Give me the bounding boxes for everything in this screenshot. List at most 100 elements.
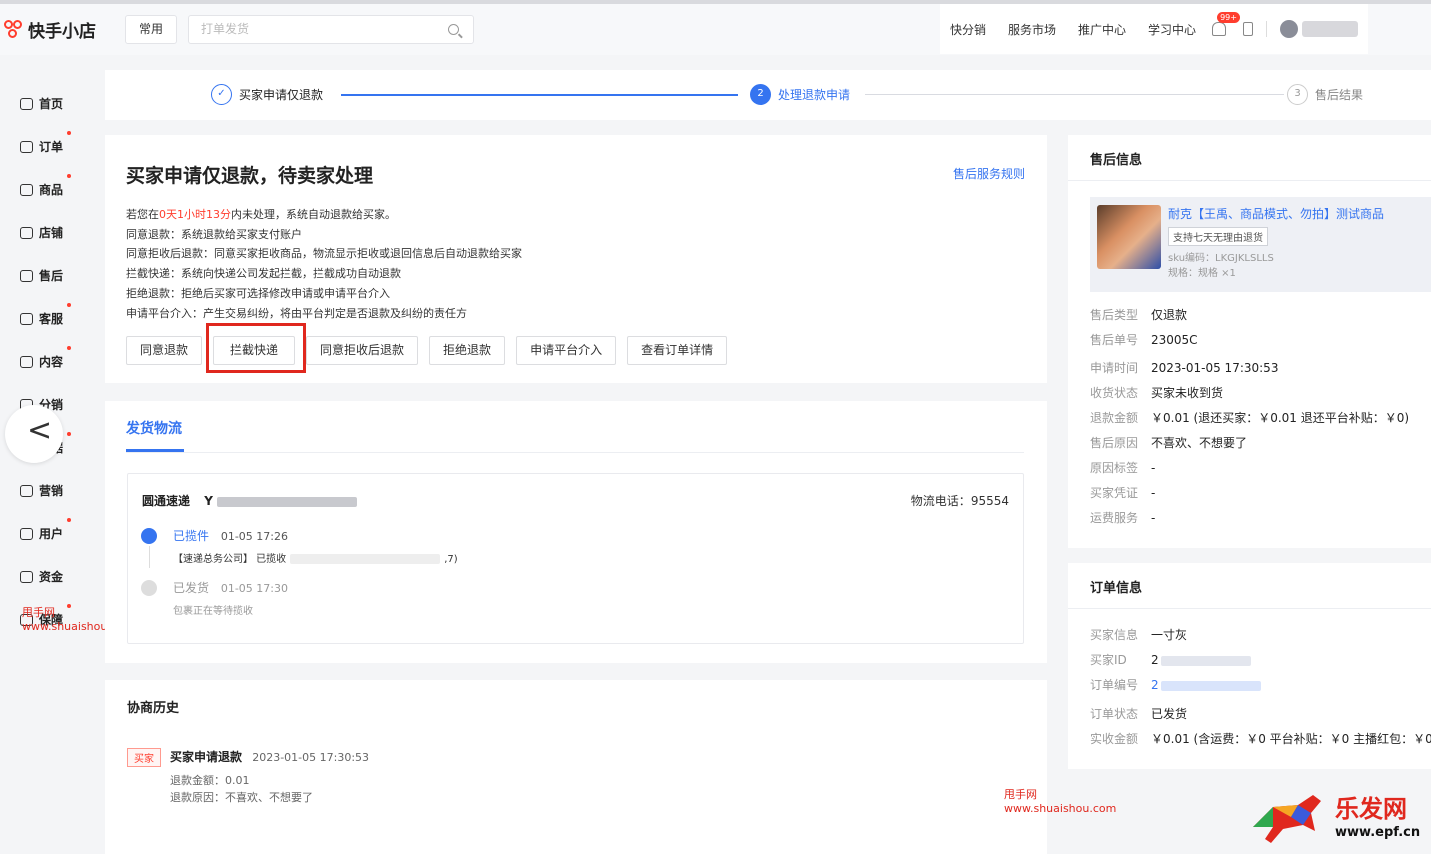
user-icon [20,527,33,540]
progress-steps: ✓ 买家申请仅退款 2 处理退款申请 3 售后结果 [105,70,1431,120]
top-bar: 快手小店 常用 打单发货 快分销 服务市场 推广中心 学习中心 99+ [0,0,1431,55]
sidebar-item-home[interactable]: 首页 [0,82,100,125]
watermark-url: www.shuaishou.com [1004,802,1117,815]
sidebar-item-label: 客服 [39,312,64,326]
agree-refund-button[interactable]: 同意退款 [126,336,203,365]
step-3: 3 售后结果 [1287,84,1363,105]
mobile-icon[interactable] [1243,22,1254,36]
seven-day-return-badge: 支持七天无理由退货 [1168,227,1268,246]
top-nav: 快分销 服务市场 推广中心 学习中心 99+ [940,4,1369,54]
timeline-event: 已发货 01-05 17:30 包裹正在等待揽收 [173,579,288,617]
instruction-line: 同意拒收后退款：同意买家拒收商品，物流显示拒收或退回信息后自动退款给买家 [126,247,522,261]
brand-logo[interactable]: 快手小店 [4,17,96,42]
detail-blurred [290,554,441,564]
logistics-phone: 物流电话：95554 [911,492,1009,509]
collapse-sidebar-button[interactable]: < [5,405,63,463]
carrier-info: 圆通速递 Y [142,492,358,509]
search-input[interactable]: 打单发货 [188,15,474,44]
event-detail: 包裹正在等待揽收 [173,606,253,617]
info-value: ￥0.01 (退还买家：￥0.01 退还平台补贴：￥0) [1151,411,1410,425]
tracking-number-blurred [217,496,358,507]
highlight-box [206,323,306,373]
sidebar-item-label: 店铺 [39,226,64,240]
search-icon[interactable] [448,24,459,35]
sidebar-item-funds[interactable]: 资金 [0,555,100,598]
aftersale-icon [20,269,33,282]
new-dot [67,303,71,307]
info-row: 售后单号 23005C [1090,331,1198,348]
step-1: ✓ 买家申请仅退款 [211,84,323,105]
logo-url: www.epf.cn [1335,825,1421,840]
sidebar-item-shop[interactable]: 店铺 [0,211,100,254]
info-key: 申请时间 [1090,361,1139,375]
event-detail-tail: ,7) [444,554,458,565]
divider [1068,180,1431,181]
order-title: 订单信息 [1090,581,1143,596]
event-detail: 【速递总务公司】 已揽收 ,7) [173,550,458,565]
event-time: 01-05 17:26 [220,530,289,543]
aftersale-rule-link[interactable]: 售后服务规则 [953,165,1025,182]
info-key: 买家凭证 [1090,486,1139,500]
history-action: 买家申请退款 2023-01-05 17:30:53 [170,748,369,765]
reject-refund-button[interactable]: 拒绝退款 [429,336,506,365]
watermark: 甩手网 www.shuaishou.com [1004,788,1116,816]
sidebar-item-service[interactable]: 客服 [0,297,100,340]
tab-shipping[interactable]: 发货物流 [126,418,182,438]
sidebar-item-user[interactable]: 用户 [0,512,100,555]
nav-service-market[interactable]: 服务市场 [1008,21,1056,38]
notification-badge: 99+ [1217,12,1240,23]
common-button[interactable]: 常用 [125,15,177,44]
info-value: - [1151,511,1156,525]
shipping-card: 发货物流 圆通速递 Y 物流电话：95554 已揽件 01-05 17:26 【… [105,401,1047,663]
sidebar-item-label: 订单 [39,140,64,154]
info-row: 运费服务 - [1090,509,1155,526]
info-value: - [1151,461,1156,475]
platform-intervene-button[interactable]: 申请平台介入 [516,336,617,365]
info-value: 已发货 [1151,707,1188,721]
sidebar-item-content[interactable]: 内容 [0,340,100,383]
product-name-link[interactable]: 耐克【王禹、商品模式、勿拍】测试商品 [1168,205,1384,222]
divider [1068,608,1431,609]
agree-after-reject-button[interactable]: 同意拒收后退款 [306,336,419,365]
nav-promotion-center[interactable]: 推广中心 [1078,21,1126,38]
phone-number: 95554 [970,494,1009,508]
sidebar-item-order[interactable]: 订单 [0,125,100,168]
info-key: 订单编号 [1090,678,1139,692]
info-row: 买家ID 2 [1090,651,1251,668]
info-key: 收货状态 [1090,386,1139,400]
info-key: 实收金额 [1090,732,1139,746]
history-reason: 退款原因：不喜欢、不想要了 [170,791,313,804]
view-order-button[interactable]: 查看订单详情 [627,336,728,365]
nav-learning-center[interactable]: 学习中心 [1148,21,1196,38]
aftersale-info-card: 售后信息 耐克【王禹、商品模式、勿拍】测试商品 支持七天无理由退货 sku编码：… [1068,135,1431,548]
order-info-card: 订单信息 买家信息 一寸灰 买家ID 2 订单编号 2 订单状态 已发货 实收金额 ￥0.… [1068,563,1431,769]
page-title: 买家申请仅退款，待卖家处理 [126,165,374,187]
info-value: 一寸灰 [1151,628,1188,642]
new-dot [67,174,71,178]
sidebar-item-goods[interactable]: 商品 [0,168,100,211]
order-number-link[interactable]: 2 [1151,678,1159,692]
instruction-line: 申请平台介入：产生交易纠纷，将由平台判定是否退款及纠纷的责任方 [126,306,467,320]
horse-logo-icon [1253,795,1321,843]
product-image[interactable] [1097,205,1161,269]
refund-instructions: 若您在0天1小时13分内未处理，系统自动退款给买家。 同意退款：系统退款给买家支… [126,205,522,323]
sku-code: sku编码：LKGJKLSLLS [1168,253,1274,264]
home-icon [20,97,33,110]
kuaishou-logo-icon [4,19,24,40]
step-line-2 [865,94,1284,95]
sidebar-item-aftersale[interactable]: 售后 [0,254,100,297]
bell-icon[interactable]: 99+ [1212,12,1240,36]
info-row: 售后原因 不喜欢、不想要了 [1090,434,1247,451]
avatar[interactable] [1280,20,1299,38]
history-title: 协商历史 [127,701,180,716]
info-value: 2023-01-05 17:30:53 [1151,361,1279,375]
logistics-box: 圆通速递 Y 物流电话：95554 已揽件 01-05 17:26 【速递总务公… [127,473,1024,644]
countdown-timer: 0天1小时13分 [159,208,231,221]
nav-kuaifenxiao[interactable]: 快分销 [950,21,986,38]
step-3-number: 3 [1287,84,1308,105]
new-dot [67,518,71,522]
info-value: ￥0.01 (含运费：￥0 平台补贴：￥0 主播红包：￥0 [1151,732,1431,746]
logo-text: 乐发网 [1335,794,1407,823]
brand-name: 快手小店 [28,22,96,42]
sidebar-item-marketing[interactable]: 营销 [0,469,100,512]
